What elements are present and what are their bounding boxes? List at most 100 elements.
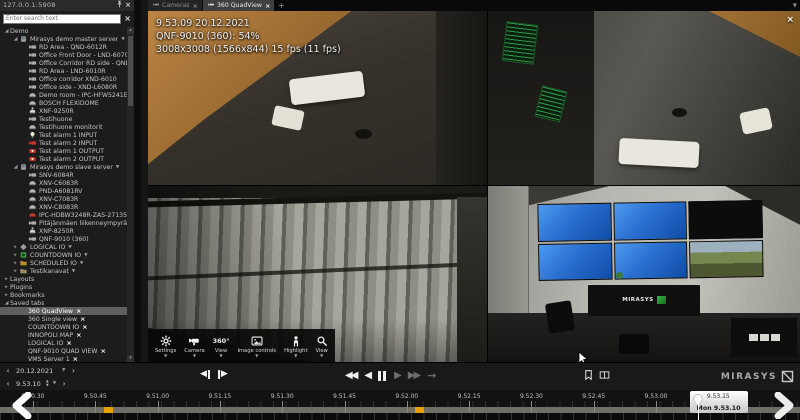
- timeline[interactable]: Mon 9.53.109.50.309.50.459.51.009.51.159…: [0, 390, 800, 420]
- tree-item[interactable]: COUNTDOWN IO×: [0, 323, 127, 331]
- view-360-button[interactable]: 360°View▼: [209, 333, 234, 358]
- timeline-event-marker[interactable]: [415, 407, 424, 413]
- tree-item[interactable]: ◢Demo: [0, 27, 127, 35]
- date-next-icon[interactable]: ›: [69, 367, 77, 375]
- item-dropdown-icon[interactable]: ▼: [80, 261, 83, 266]
- tree-item[interactable]: Demo room - IPC-HFW5241E-ZE: [0, 91, 127, 99]
- tree-item[interactable]: XNV-C8083R: [0, 203, 127, 211]
- play-reverse-button[interactable]: ◀: [364, 368, 370, 384]
- tree-item[interactable]: PND-A6081RV: [0, 187, 127, 195]
- time-prev-icon[interactable]: ‹: [4, 380, 12, 388]
- tree-item[interactable]: Test alarm 1 OUTPUT: [0, 147, 127, 155]
- expand-arrow-icon[interactable]: ◢: [3, 300, 10, 306]
- tree-item[interactable]: Office Corridor RD side - QND-8080R: [0, 59, 127, 67]
- search-input[interactable]: [3, 14, 121, 24]
- settings-button[interactable]: Settings▼: [151, 333, 180, 358]
- tree-item[interactable]: Office corridor XND-6010: [0, 75, 127, 83]
- fast-forward-button[interactable]: ▶▶: [408, 368, 419, 384]
- date-dropdown-icon[interactable]: ▼: [62, 368, 65, 373]
- tree-item[interactable]: Office side - XND-L6080R: [0, 83, 127, 91]
- tree-item[interactable]: Testihuone monitorit: [0, 123, 127, 131]
- tree-item[interactable]: 360 Single view×: [0, 315, 127, 323]
- tree-item[interactable]: ▸Bookmarks: [0, 291, 127, 299]
- pin-icon[interactable]: [116, 0, 123, 12]
- play-button[interactable]: ▶: [394, 368, 400, 384]
- scroll-down-icon[interactable]: ▾: [127, 355, 134, 362]
- tree-item[interactable]: ◢Saved tabs: [0, 299, 127, 307]
- tree-item[interactable]: XNP-8250R: [0, 227, 127, 235]
- item-dropdown-icon[interactable]: ▼: [121, 37, 124, 42]
- step-back-button[interactable]: ◀: [200, 369, 211, 379]
- tree-item[interactable]: ▸COUNTDOWN IO▼: [0, 251, 127, 259]
- expand-arrow-icon[interactable]: ▸: [12, 260, 19, 266]
- camera-view-top-right[interactable]: [488, 11, 800, 186]
- tree-item[interactable]: XNV-C7083R: [0, 195, 127, 203]
- item-dropdown-icon[interactable]: ▼: [72, 269, 75, 274]
- expand-arrow-icon[interactable]: ▸: [3, 292, 10, 298]
- tree-item[interactable]: ◢Mirasys demo slave server▼: [0, 163, 127, 171]
- expand-arrow-icon[interactable]: ▸: [12, 244, 19, 250]
- tree-item[interactable]: Testihuone: [0, 115, 127, 123]
- expand-arrow-icon[interactable]: ◢: [3, 28, 10, 34]
- saved-tab-close-icon[interactable]: ×: [66, 339, 71, 347]
- tree-item[interactable]: Test alarm 1 INPUT: [0, 131, 127, 139]
- expand-arrow-icon[interactable]: ◢: [12, 164, 19, 170]
- timeline-scroll-left-icon[interactable]: [8, 392, 38, 420]
- time-spinner[interactable]: ▲▼: [46, 380, 49, 387]
- timeline-scroll-right-icon[interactable]: [768, 392, 798, 420]
- tree-item[interactable]: RD Area - LND-6010R: [0, 67, 127, 75]
- saved-tab-close-icon[interactable]: ×: [80, 315, 85, 323]
- view-button[interactable]: View▼: [311, 333, 331, 358]
- highlight-button[interactable]: Highlight▼: [280, 333, 311, 358]
- time-value[interactable]: 9.53.10: [16, 380, 42, 388]
- image-controls-button[interactable]: Image controls▼: [233, 333, 280, 358]
- tree-item[interactable]: QNF-9010 (360): [0, 235, 127, 243]
- tab-close-icon[interactable]: ×: [265, 2, 270, 10]
- tree-item[interactable]: BOSCH FLEXIDOME: [0, 99, 127, 107]
- item-dropdown-icon[interactable]: ▼: [84, 253, 87, 258]
- tree-item[interactable]: QNF-9010 QUAD VIEW×: [0, 347, 127, 355]
- bookmark-icon[interactable]: [583, 369, 594, 381]
- tree-item[interactable]: XNF-9250R: [0, 107, 127, 115]
- search-clear-icon[interactable]: ×: [124, 14, 131, 24]
- tree-item[interactable]: Test alarm 2 OUTPUT: [0, 155, 127, 163]
- split-view-icon[interactable]: [599, 369, 610, 381]
- saved-tab-close-icon[interactable]: ×: [73, 355, 78, 362]
- tree-item[interactable]: ▸LOGICAL IO▼: [0, 243, 127, 251]
- tree-item[interactable]: ◢Mirasys demo master server▼: [0, 35, 127, 43]
- tree-item[interactable]: 360 QuadView×: [0, 307, 127, 315]
- tree-scrollbar[interactable]: ▴ ▾: [127, 27, 134, 362]
- scroll-up-icon[interactable]: ▴: [127, 27, 134, 34]
- tree-item[interactable]: IPC-HDBW3248R-ZAS-27135: [0, 211, 127, 219]
- saved-tab-close-icon[interactable]: ×: [76, 307, 81, 315]
- tab-close-icon[interactable]: ×: [193, 2, 198, 10]
- tree-item[interactable]: RD Area - QND-6012R: [0, 43, 127, 51]
- step-forward-button[interactable]: ▶: [217, 369, 228, 379]
- expand-arrow-icon[interactable]: ▸: [12, 252, 19, 258]
- panel-close-icon[interactable]: ×: [125, 0, 131, 11]
- tree-item[interactable]: INNOPOLI MAP×: [0, 331, 127, 339]
- date-value[interactable]: 20.12.2021: [16, 367, 58, 375]
- new-tab-button[interactable]: +: [275, 0, 287, 11]
- saved-tab-close-icon[interactable]: ×: [100, 347, 105, 355]
- saved-tab-close-icon[interactable]: ×: [82, 323, 87, 331]
- tree-item[interactable]: VMS Server 1×: [0, 355, 127, 362]
- tree-item[interactable]: ▸Plugins: [0, 283, 127, 291]
- tree-item[interactable]: LOGICAL IO×: [0, 339, 127, 347]
- tab-360-quadview[interactable]: 360 QuadView×: [203, 0, 274, 11]
- tab-bar-menu-icon[interactable]: ▼: [790, 0, 800, 11]
- tree-item[interactable]: XNV-C6083R: [0, 179, 127, 187]
- scrollbar-thumb[interactable]: [128, 36, 133, 106]
- rewind-button[interactable]: ◀◀: [345, 368, 356, 384]
- expand-arrow-icon[interactable]: ▸: [12, 268, 19, 274]
- pause-button[interactable]: [378, 371, 386, 381]
- expand-arrow-icon[interactable]: ◢: [12, 36, 19, 42]
- tree-item[interactable]: ▸SCHEDULED IO▼: [0, 259, 127, 267]
- time-dropdown-icon[interactable]: ▼: [53, 381, 56, 386]
- date-prev-icon[interactable]: ‹: [4, 367, 12, 375]
- tree-item[interactable]: ▸Testikanavat▼: [0, 267, 127, 275]
- expand-arrow-icon[interactable]: ▸: [3, 276, 10, 282]
- tab-cameras[interactable]: Cameras×: [148, 0, 202, 11]
- camera-button[interactable]: Camera▼: [180, 333, 208, 358]
- camera-view-bottom-right[interactable]: MIRASYS: [488, 186, 800, 362]
